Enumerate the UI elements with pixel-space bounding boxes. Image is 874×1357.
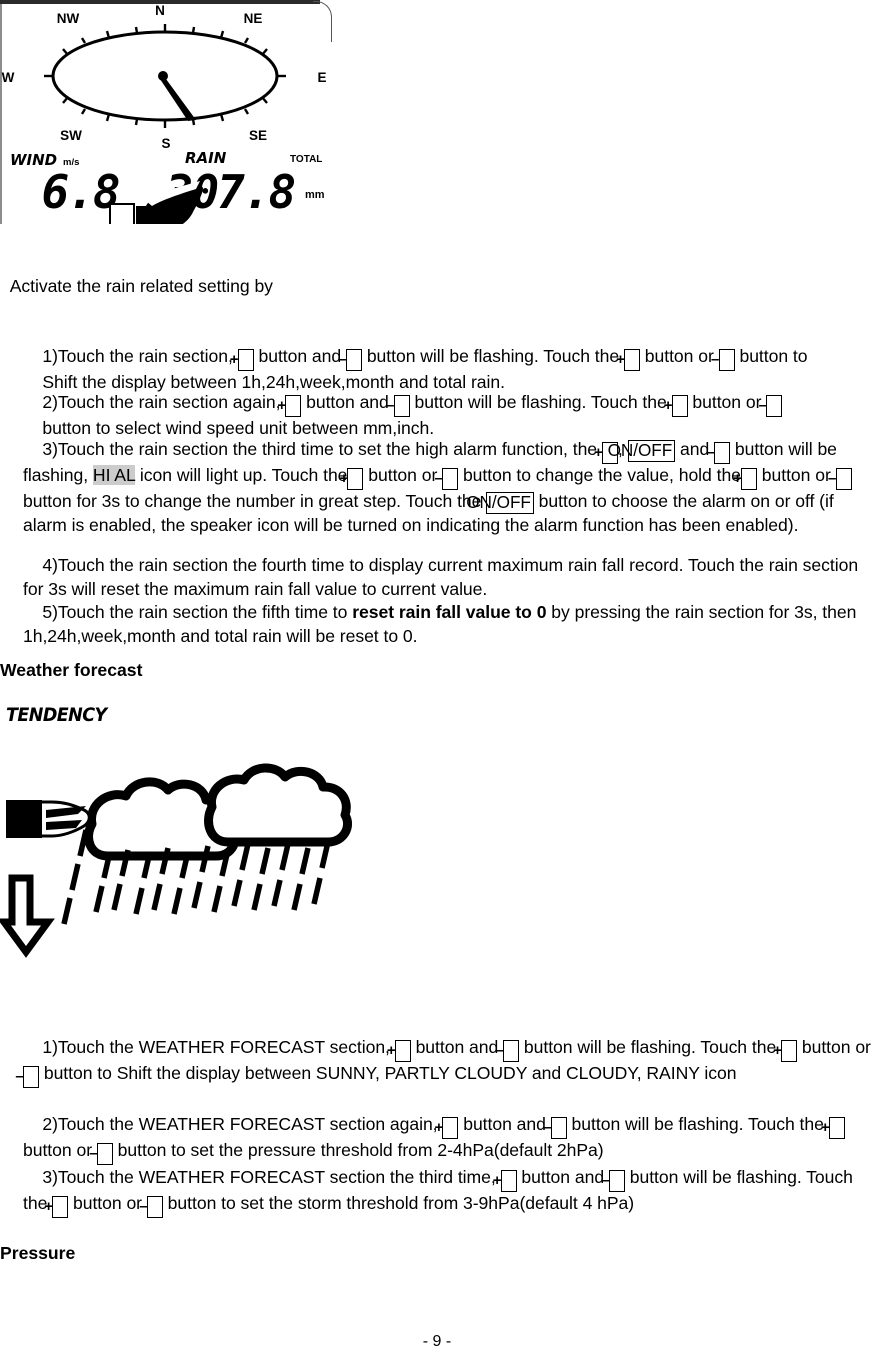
plus-key-icon[interactable]: + [493,1170,517,1193]
rain-step-3-text-a: Touch the rain section the third time to… [57,439,602,460]
pointing-hand-icon [109,181,203,224]
svg-text:S: S [161,136,170,151]
svg-text:SW: SW [60,128,82,143]
rain-reset-emphasis: reset rain fall value to 0 [352,602,547,623]
weather-step-3-text-b: button and [516,1167,609,1188]
weather-step-3-text-d: button or [68,1193,147,1214]
weather-step-3-text-e: button to set the storm threshold from 3… [162,1193,635,1214]
plus-key-icon[interactable]: + [44,1196,69,1219]
weather-forecast-heading: Weather forecast [0,660,143,680]
svg-text:E: E [317,70,326,85]
svg-text:NW: NW [57,11,80,26]
cloud-right [204,763,353,847]
rain-unit-label: mm [305,189,325,201]
rain-period-label: TOTAL [290,154,322,165]
rain-step-3-text-g: button to change the value, hold the [458,465,741,486]
svg-text:NE: NE [244,11,263,26]
weather-step-3-text-a: Touch the WEATHER FORECAST section the t… [57,1167,501,1188]
rain-step-3-text-e: icon will light up. Touch the [135,465,348,486]
minus-key-icon[interactable]: – [601,1170,625,1193]
rainy-tendency-figure [0,752,380,960]
lcd-graphic: N NE E SE S SW W NW WIND m/s RAIN TOTAL … [2,3,327,224]
weather-step-3-number: 3) [42,1167,58,1188]
rain-step-3-text-f: button or [363,465,443,486]
rain-step-3-text-h: button or [756,465,836,486]
weather-step-3: 3)Touch the WEATHER FORECAST section the… [0,1096,874,1265]
svg-text:N: N [155,3,165,18]
rain-step-5-number: 5) [42,602,58,623]
svg-text:SE: SE [249,128,267,143]
pressure-heading: Pressure [0,1243,76,1263]
svg-text:W: W [2,70,15,85]
tendency-down-arrow-icon [0,874,55,958]
wind-rain-lcd-figure: N NE E SE S SW W NW WIND m/s RAIN TOTAL … [0,0,332,224]
compass-needle [160,79,196,121]
wind-speed-value: 6.8 [41,165,118,219]
tendency-lcd-label: TENDENCY [6,704,107,726]
rain-step-3-number: 3) [42,439,58,460]
minus-key-icon[interactable]: – [139,1196,163,1219]
rain-step-5-text-a: Touch the rain section the fifth time to [57,602,353,623]
minus-key-icon[interactable]: – [706,442,731,465]
pointing-hand-icon [6,800,91,838]
on-off-key-button[interactable]: ON/OFF [608,440,676,463]
page-number-footer: - 9 - [422,1333,452,1350]
hi-al-indicator-label: HI AL [92,465,136,486]
rainy-cloud-icon [0,763,353,958]
